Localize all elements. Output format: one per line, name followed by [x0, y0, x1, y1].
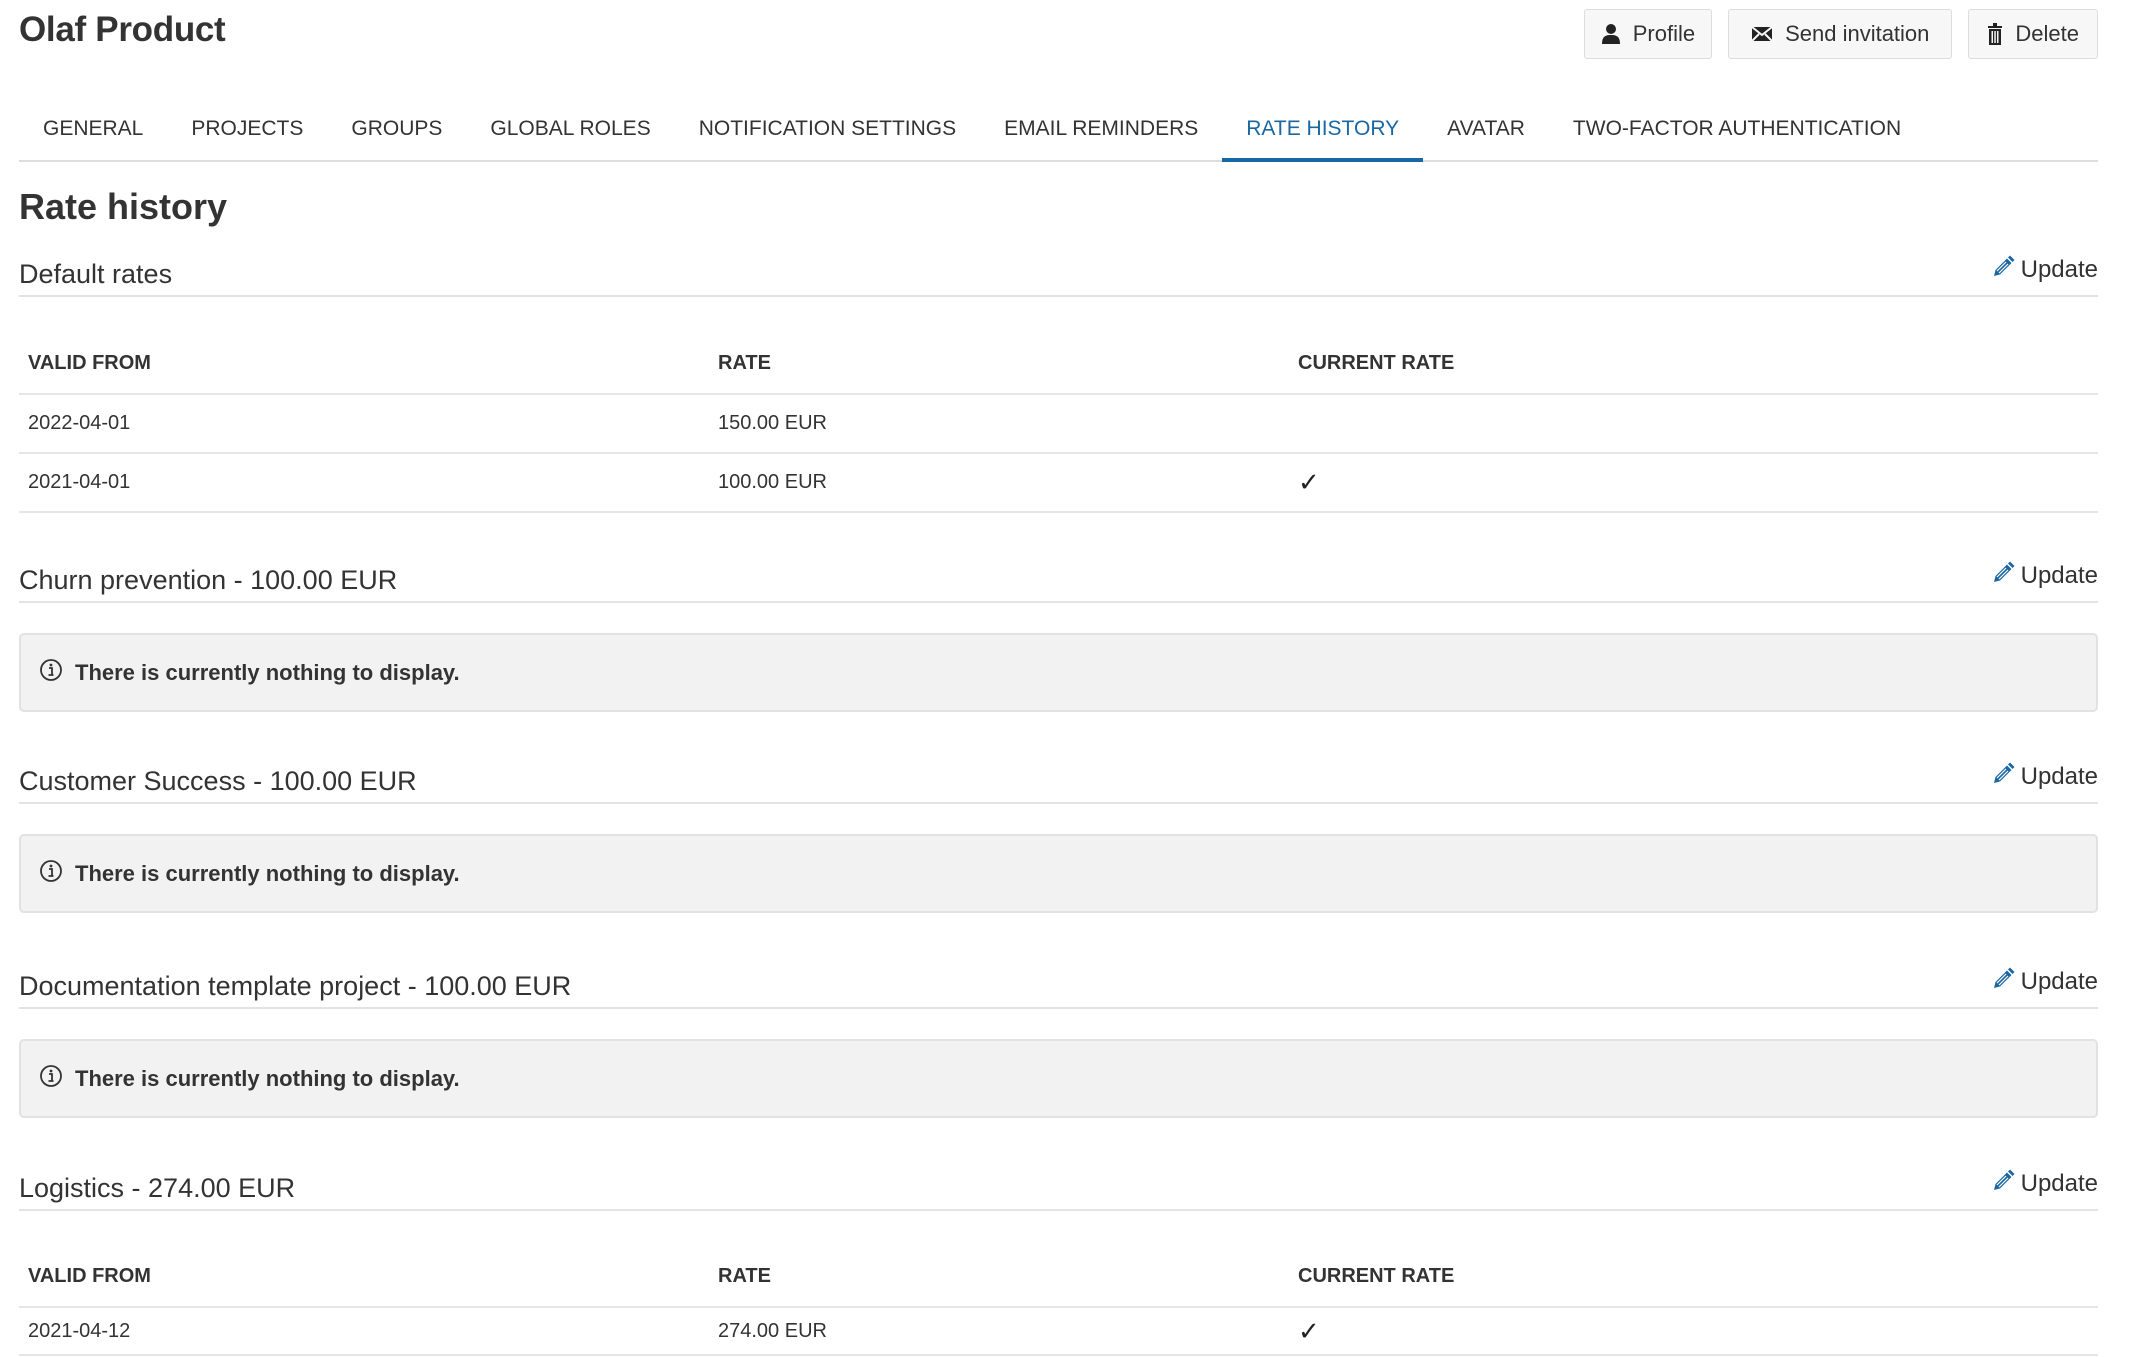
current-rate-cell: ✓ [1289, 453, 2098, 513]
section-header-churn-prevention: Churn prevention - 100.00 EUR Update [19, 559, 2098, 603]
envelope-icon [1751, 26, 1773, 42]
column-header-rate[interactable]: RATE [709, 310, 1289, 395]
valid-from-cell: 2022-04-01 [19, 394, 709, 454]
rate-cell: 274.00 EUR [709, 1307, 1289, 1356]
current-rate-cell [1289, 394, 2098, 454]
page-title: Olaf Product [19, 10, 226, 49]
rates-table-logistics: VALID FROM RATE CURRENT RATE 2021-04-12 … [19, 1223, 2098, 1356]
section-heading: Rate history [19, 186, 228, 227]
section-header-documentation-template-project: Documentation template project - 100.00 … [19, 965, 2098, 1009]
update-link-label: Update [2020, 1170, 2098, 1197]
update-link-label: Update [2020, 968, 2098, 995]
update-link-default-rates[interactable]: Update [1991, 255, 2098, 286]
section-header-default-rates: Default rates Update [19, 253, 2098, 297]
empty-notice-text: There is currently nothing to display. [75, 1065, 460, 1091]
tab-notification-settings[interactable]: NOTIFICATION SETTINGS [675, 97, 980, 160]
profile-button-label: Profile [1632, 21, 1696, 46]
tab-email-reminders[interactable]: EMAIL REMINDERS [980, 97, 1222, 160]
empty-notice-text: There is currently nothing to display. [75, 659, 460, 685]
rates-table-default: VALID FROM RATE CURRENT RATE 2022-04-01 … [19, 310, 2098, 513]
rate-cell: 150.00 EUR [709, 394, 1289, 454]
tab-avatar[interactable]: AVATAR [1423, 97, 1549, 160]
tab-projects[interactable]: PROJECTS [167, 97, 327, 160]
update-link-logistics[interactable]: Update [1991, 1169, 2098, 1200]
valid-from-cell: 2021-04-12 [19, 1307, 709, 1356]
tab-two-factor-authentication[interactable]: TWO-FACTOR AUTHENTICATION [1549, 97, 1925, 160]
empty-notice-text: There is currently nothing to display. [75, 860, 460, 886]
section-title: Default rates [19, 258, 173, 289]
rate-cell: 100.00 EUR [709, 453, 1289, 513]
current-rate-cell: ✓ [1289, 1307, 2098, 1356]
column-header-current-rate[interactable]: CURRENT RATE [1289, 1223, 2098, 1308]
tab-bar: GENERAL PROJECTS GROUPS GLOBAL ROLES NOT… [19, 97, 2098, 162]
table-header-row: VALID FROM RATE CURRENT RATE [19, 1223, 2098, 1308]
section-title: Churn prevention - 100.00 EUR [19, 564, 398, 595]
column-header-rate[interactable]: RATE [709, 1223, 1289, 1308]
checkmark-icon: ✓ [1298, 467, 1320, 497]
column-header-current-rate[interactable]: CURRENT RATE [1289, 310, 2098, 395]
valid-from-cell: 2021-04-01 [19, 453, 709, 513]
tab-groups[interactable]: GROUPS [327, 97, 466, 160]
toolbar: Profile Send invitation Delete [1583, 9, 2098, 59]
update-link-documentation-template-project[interactable]: Update [1991, 967, 2098, 998]
delete-button[interactable]: Delete [1968, 9, 2098, 59]
column-header-valid-from[interactable]: VALID FROM [19, 310, 709, 395]
update-link-label: Update [2020, 256, 2098, 283]
profile-button[interactable]: Profile [1583, 9, 1713, 59]
table-row: 2021-04-01 100.00 EUR ✓ [19, 453, 2098, 513]
user-icon [1601, 23, 1621, 45]
table-row: 2022-04-01 150.00 EUR [19, 394, 2098, 454]
empty-notice: There is currently nothing to display. [19, 1039, 2098, 1118]
send-invitation-label: Send invitation [1785, 21, 1930, 46]
tab-general[interactable]: GENERAL [19, 97, 167, 160]
table-header-row: VALID FROM RATE CURRENT RATE [19, 310, 2098, 395]
update-link-label: Update [2020, 562, 2098, 589]
pencil-icon [1991, 1169, 2015, 1200]
update-link-customer-success[interactable]: Update [1991, 762, 2098, 793]
pencil-icon [1991, 762, 2015, 793]
trash-icon [1987, 23, 2003, 45]
pencil-icon [1991, 255, 2015, 286]
section-title: Customer Success - 100.00 EUR [19, 765, 417, 796]
section-title: Documentation template project - 100.00 … [19, 970, 572, 1001]
info-icon [39, 859, 63, 888]
tab-global-roles[interactable]: GLOBAL ROLES [466, 97, 674, 160]
section-title: Logistics - 274.00 EUR [19, 1172, 296, 1203]
info-icon [39, 1064, 63, 1093]
update-link-label: Update [2020, 763, 2098, 790]
tab-rate-history[interactable]: RATE HISTORY [1222, 97, 1424, 162]
info-icon [39, 658, 63, 687]
checkmark-icon: ✓ [1298, 1315, 1320, 1346]
delete-button-label: Delete [2015, 21, 2079, 46]
update-link-churn-prevention[interactable]: Update [1991, 561, 2098, 592]
section-header-customer-success: Customer Success - 100.00 EUR Update [19, 760, 2098, 804]
pencil-icon [1991, 561, 2015, 592]
empty-notice: There is currently nothing to display. [19, 633, 2098, 712]
column-header-valid-from[interactable]: VALID FROM [19, 1223, 709, 1308]
pencil-icon [1991, 967, 2015, 998]
table-row: 2021-04-12 274.00 EUR ✓ [19, 1307, 2098, 1356]
send-invitation-button[interactable]: Send invitation [1728, 9, 1953, 59]
section-header-logistics: Logistics - 274.00 EUR Update [19, 1167, 2098, 1211]
empty-notice: There is currently nothing to display. [19, 834, 2098, 913]
